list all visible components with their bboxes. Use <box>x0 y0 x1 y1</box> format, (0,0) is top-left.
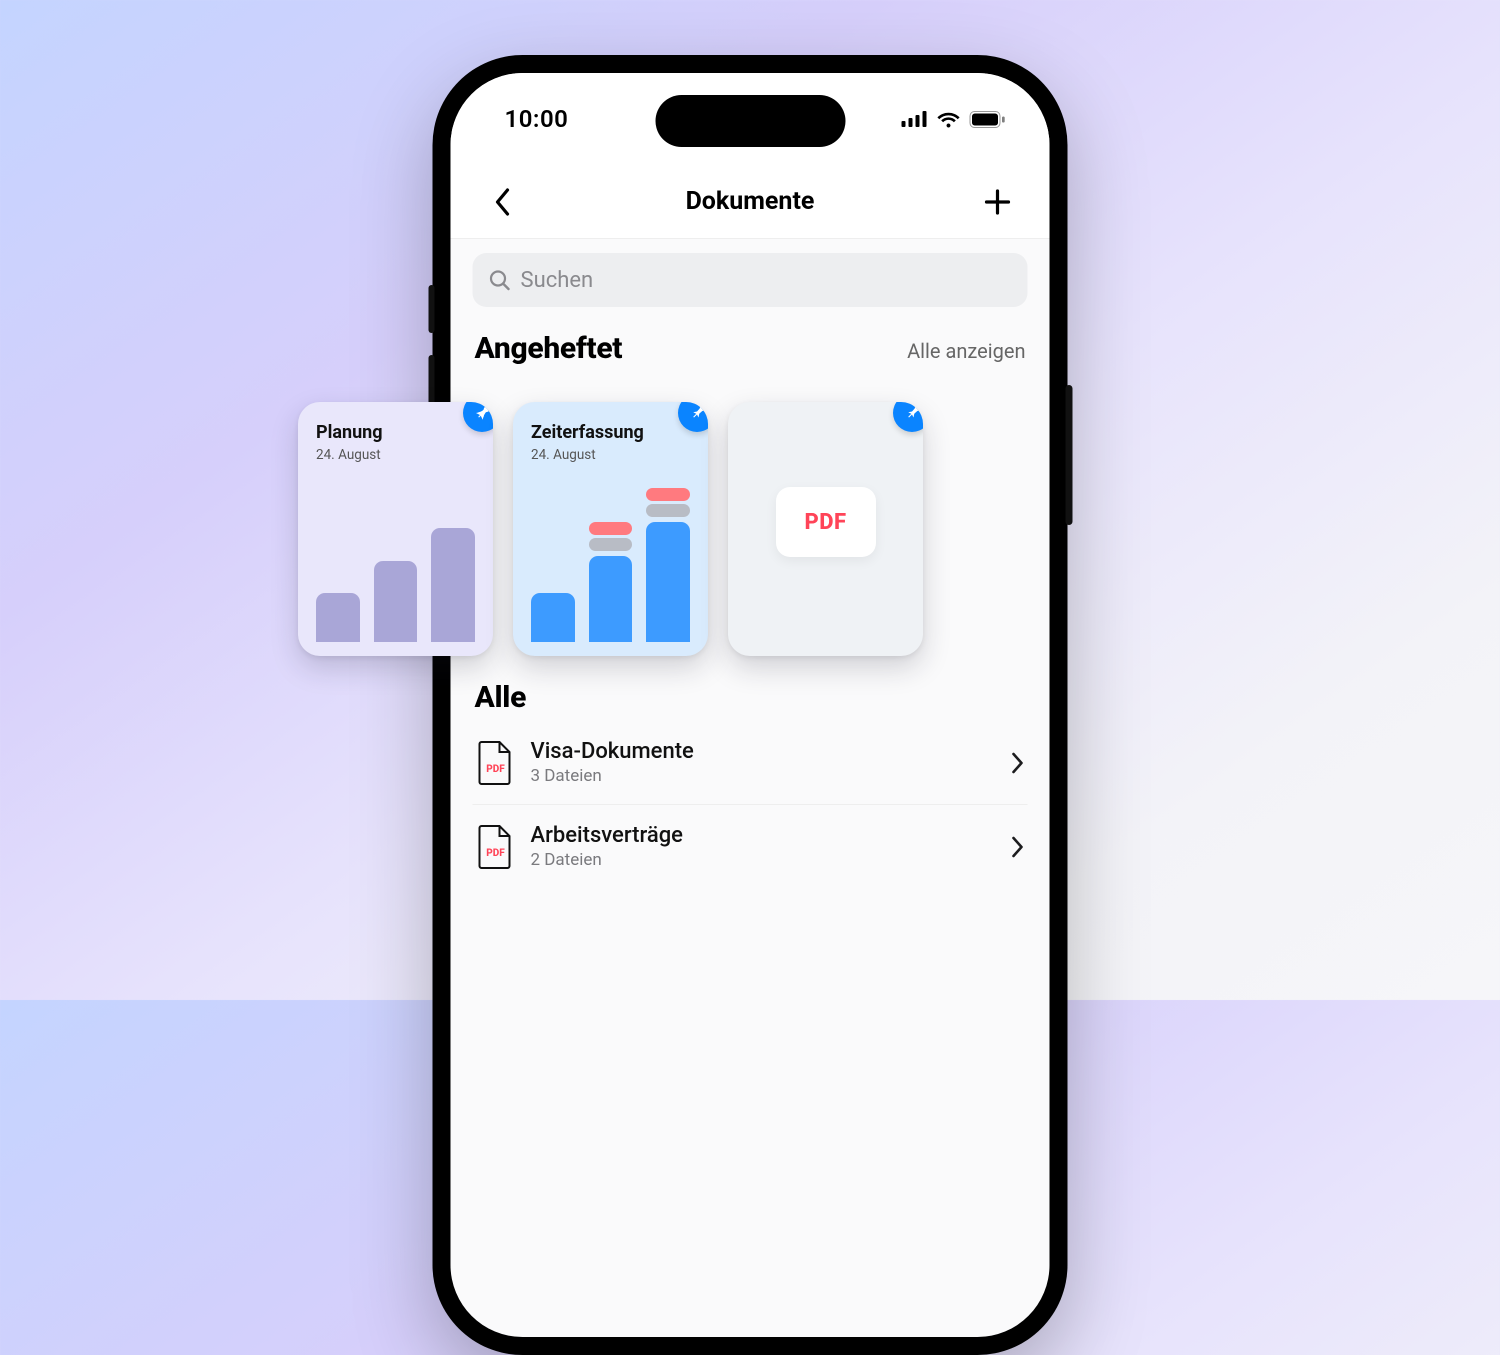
add-button[interactable] <box>975 180 1019 224</box>
phone-side-button <box>1066 385 1073 525</box>
dynamic-island <box>655 95 845 147</box>
phone-side-button <box>429 285 435 333</box>
show-all-link[interactable]: Alle anzeigen <box>907 339 1025 363</box>
phone-screen: 10:00 Dokumente Angeheftet <box>451 73 1050 1337</box>
page-title: Dokumente <box>686 187 815 216</box>
all-heading: Alle <box>475 680 527 715</box>
card-subtitle: 24. August <box>531 447 690 463</box>
battery-icon <box>970 111 1006 128</box>
card-title: Zeiterfassung <box>531 422 690 443</box>
list-item-body: Visa-Dokumente 3 Dateien <box>531 739 996 786</box>
list-item[interactable]: PDF Arbeitsverträge 2 Dateien <box>473 805 1028 888</box>
search-icon <box>489 269 511 291</box>
pdf-badge: PDF <box>776 487 876 557</box>
pinned-cards: Planung 24. August Zeiterfassung 24. Aug… <box>298 402 923 656</box>
cellular-icon <box>902 111 928 127</box>
card-subtitle: 24. August <box>316 447 475 463</box>
bar-chart-icon <box>531 512 690 642</box>
pinned-card-zeiterfassung[interactable]: Zeiterfassung 24. August <box>513 402 708 656</box>
status-icons <box>902 110 1006 128</box>
list-item-subtitle: 3 Dateien <box>531 766 996 786</box>
nav-bar: Dokumente <box>451 165 1050 239</box>
list-item-subtitle: 2 Dateien <box>531 850 996 870</box>
card-title: Planung <box>316 422 475 443</box>
pinned-heading: Angeheftet <box>475 331 623 366</box>
phone-frame: 10:00 Dokumente Angeheftet <box>433 55 1068 1355</box>
pin-badge <box>893 402 923 432</box>
wifi-icon <box>937 110 961 128</box>
chevron-right-icon <box>1012 836 1024 858</box>
pin-icon <box>473 404 491 422</box>
bar-chart-icon <box>316 512 475 642</box>
pinned-card-planung[interactable]: Planung 24. August <box>298 402 493 656</box>
file-pdf-icon: PDF <box>477 740 515 786</box>
list-item[interactable]: PDF Visa-Dokumente 3 Dateien <box>473 721 1028 805</box>
plus-icon <box>983 188 1011 216</box>
search-field[interactable] <box>473 253 1028 307</box>
chevron-right-icon <box>1012 752 1024 774</box>
list-item-title: Visa-Dokumente <box>531 739 996 764</box>
pinned-card-pdf[interactable]: PDF <box>728 402 923 656</box>
list-item-title: Arbeitsverträge <box>531 823 996 848</box>
pin-icon <box>903 404 921 422</box>
back-button[interactable] <box>481 180 525 224</box>
pin-icon <box>688 404 706 422</box>
svg-text:PDF: PDF <box>486 848 505 859</box>
pinned-header: Angeheftet Alle anzeigen <box>473 331 1028 380</box>
file-pdf-icon: PDF <box>477 824 515 870</box>
svg-text:PDF: PDF <box>486 764 505 775</box>
search-input[interactable] <box>521 268 1012 293</box>
chevron-left-icon <box>495 188 511 216</box>
status-time: 10:00 <box>505 105 569 133</box>
list-item-body: Arbeitsverträge 2 Dateien <box>531 823 996 870</box>
